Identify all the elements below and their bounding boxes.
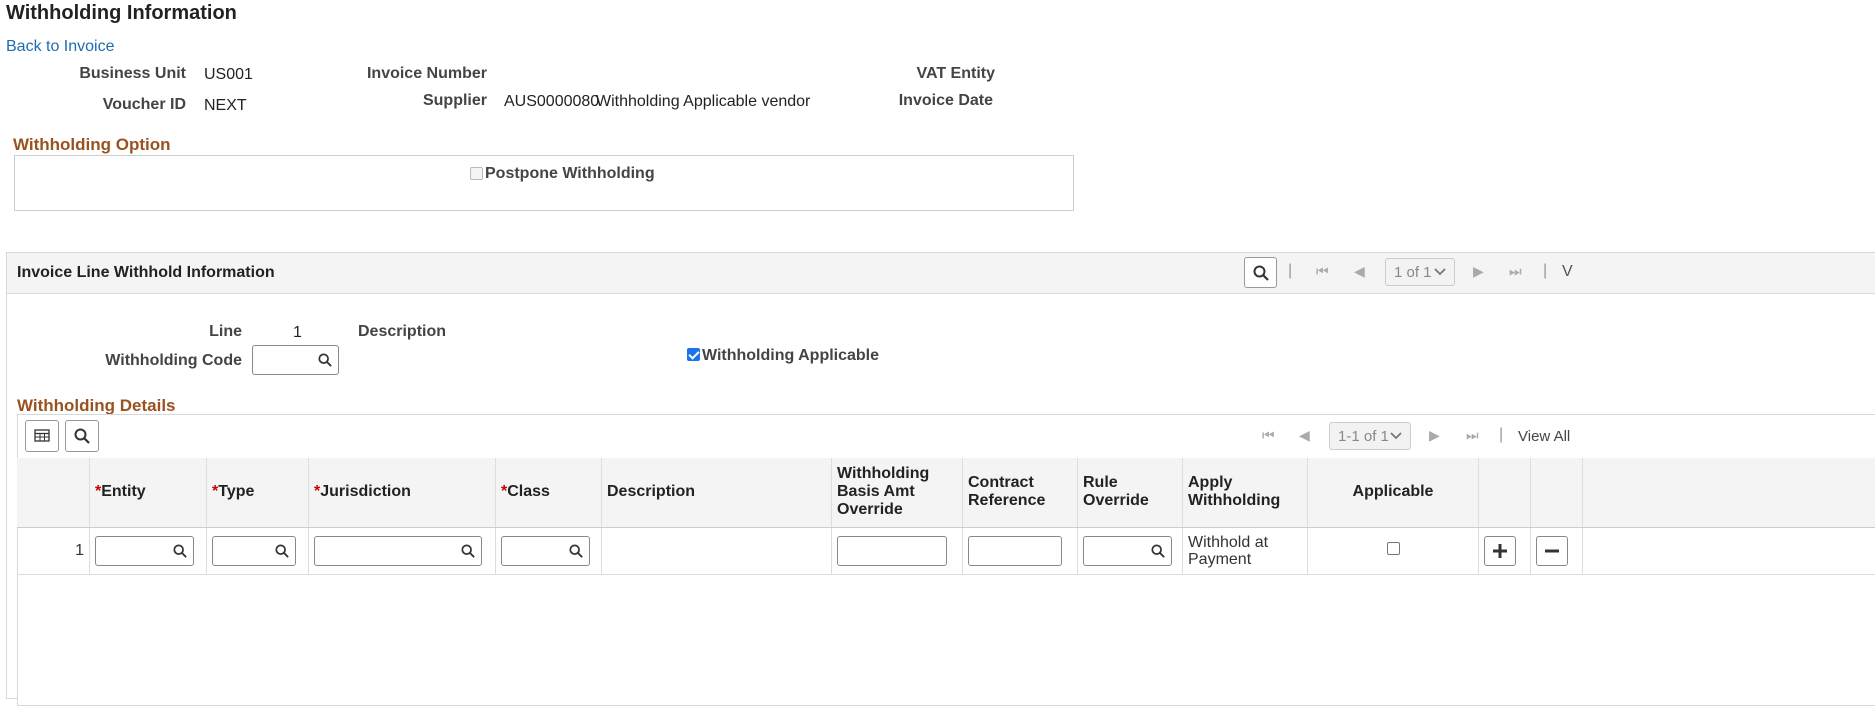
- type-header: *Type: [207, 458, 309, 527]
- supplier-name: Withholding Applicable vendor: [596, 93, 810, 111]
- row-number: 1: [17, 527, 90, 574]
- rule-override-input[interactable]: [1083, 536, 1172, 566]
- line-pager-select[interactable]: 1 of 1: [1385, 258, 1455, 286]
- entity-cell: [90, 527, 207, 574]
- withholding-code-input[interactable]: [252, 345, 339, 375]
- applicable-cell: [1308, 527, 1479, 574]
- grid-view-all-link[interactable]: View All: [1518, 428, 1570, 445]
- jurisdiction-header: *Jurisdiction: [309, 458, 496, 527]
- entity-header: *Entity: [90, 458, 207, 527]
- contract-reference-cell: [963, 527, 1078, 574]
- search-icon[interactable]: [1151, 544, 1165, 558]
- description-cell: [602, 527, 832, 574]
- postpone-withholding-label: Postpone Withholding: [485, 165, 655, 183]
- search-icon[interactable]: [318, 353, 332, 367]
- rule-override-header: Rule Override: [1078, 458, 1183, 527]
- line-value: 1: [293, 324, 302, 342]
- withholding-details-grid: *Entity *Type *Jurisdiction *Class Descr…: [17, 458, 1875, 575]
- row-number-header: [17, 458, 90, 527]
- add-row-cell: [1479, 527, 1531, 574]
- last-page-icon[interactable]: ⏭: [1509, 263, 1522, 280]
- apply-withholding-cell: Withhold at Payment: [1183, 527, 1308, 574]
- supplier-id: AUS0000080: [504, 93, 599, 111]
- pager-separator: |: [1288, 262, 1292, 280]
- contract-reference-input[interactable]: [968, 536, 1062, 566]
- search-icon[interactable]: [173, 544, 187, 558]
- add-column-header: [1479, 458, 1531, 527]
- class-header: *Class: [496, 458, 602, 527]
- grid-last-page-icon[interactable]: ⏭: [1466, 427, 1479, 444]
- personalize-grid-button[interactable]: [25, 420, 59, 452]
- type-input[interactable]: [212, 536, 296, 566]
- search-icon[interactable]: [569, 544, 583, 558]
- add-row-icon: [1492, 543, 1508, 559]
- grid-pager-select[interactable]: 1-1 of 1: [1329, 422, 1411, 450]
- business-unit-value: US001: [204, 66, 253, 84]
- delete-column-header: [1531, 458, 1583, 527]
- first-page-icon[interactable]: ⏮: [1316, 263, 1329, 280]
- panel-search-button[interactable]: [1244, 257, 1277, 288]
- grid-first-page-icon[interactable]: ⏮: [1262, 427, 1275, 444]
- description-label: Description: [358, 323, 446, 341]
- contract-reference-header: Contract Reference: [963, 458, 1078, 527]
- search-icon: [74, 428, 90, 444]
- search-icon[interactable]: [461, 544, 475, 558]
- delete-row-cell: [1531, 527, 1583, 574]
- grid-pager-separator: |: [1499, 426, 1503, 444]
- voucher-id-label: Voucher ID: [60, 96, 186, 114]
- back-to-invoice-link[interactable]: Back to Invoice: [6, 38, 115, 56]
- description-header: Description: [602, 458, 832, 527]
- apply-withholding-header: Apply Withholding: [1183, 458, 1308, 527]
- withholding-details-title: Withholding Details: [17, 396, 176, 416]
- class-cell: [496, 527, 602, 574]
- invoice-line-panel-title: Invoice Line Withhold Information: [17, 264, 275, 282]
- applicable-checkbox[interactable]: [1387, 542, 1400, 555]
- spacer-cell: [1583, 527, 1875, 574]
- type-cell: [207, 527, 309, 574]
- table-row: 1: [17, 527, 1875, 574]
- basis-override-header: Withholding Basis Amt Override: [832, 458, 963, 527]
- previous-page-icon[interactable]: ◀: [1354, 263, 1365, 280]
- search-icon[interactable]: [275, 544, 289, 558]
- line-pager-text: 1 of 1: [1394, 264, 1432, 281]
- delete-row-icon: [1544, 543, 1560, 559]
- entity-input[interactable]: [95, 536, 194, 566]
- rule-override-cell: [1078, 527, 1183, 574]
- jurisdiction-cell: [309, 527, 496, 574]
- page-title: Withholding Information: [6, 2, 237, 25]
- pager-separator-2: |: [1543, 262, 1547, 280]
- chevron-down-icon: [1390, 432, 1402, 440]
- withholding-applicable-checkbox[interactable]: [687, 348, 700, 361]
- search-icon: [1253, 265, 1269, 281]
- class-input[interactable]: [501, 536, 590, 566]
- withholding-option-title: Withholding Option: [13, 135, 171, 155]
- spacer-header: [1583, 458, 1875, 527]
- view-all-link-partial[interactable]: V: [1562, 263, 1573, 281]
- supplier-label: Supplier: [330, 92, 487, 110]
- grid-next-page-icon[interactable]: ▶: [1429, 427, 1440, 444]
- invoice-date-label: Invoice Date: [860, 92, 993, 110]
- voucher-id-value: NEXT: [204, 97, 247, 115]
- withholding-code-label: Withholding Code: [90, 352, 242, 370]
- delete-row-button[interactable]: [1536, 536, 1568, 566]
- vat-entity-label: VAT Entity: [860, 65, 995, 83]
- applicable-header: Applicable: [1308, 458, 1479, 527]
- invoice-line-panel-header: [7, 253, 1875, 294]
- postpone-withholding-checkbox[interactable]: [470, 167, 483, 180]
- add-row-button[interactable]: [1484, 536, 1516, 566]
- invoice-number-label: Invoice Number: [330, 65, 487, 83]
- grid-search-button[interactable]: [65, 420, 99, 452]
- business-unit-label: Business Unit: [60, 65, 186, 83]
- line-label: Line: [160, 323, 242, 341]
- withholding-option-box: [14, 155, 1074, 211]
- basis-override-input[interactable]: [837, 536, 947, 566]
- grid-personalize-icon: [34, 429, 50, 443]
- basis-override-cell: [832, 527, 963, 574]
- withholding-applicable-label: Withholding Applicable: [702, 347, 879, 365]
- chevron-down-icon: [1434, 268, 1446, 276]
- grid-pager-text: 1-1 of 1: [1338, 428, 1389, 445]
- next-page-icon[interactable]: ▶: [1473, 263, 1484, 280]
- grid-previous-page-icon[interactable]: ◀: [1299, 427, 1310, 444]
- jurisdiction-input[interactable]: [314, 536, 482, 566]
